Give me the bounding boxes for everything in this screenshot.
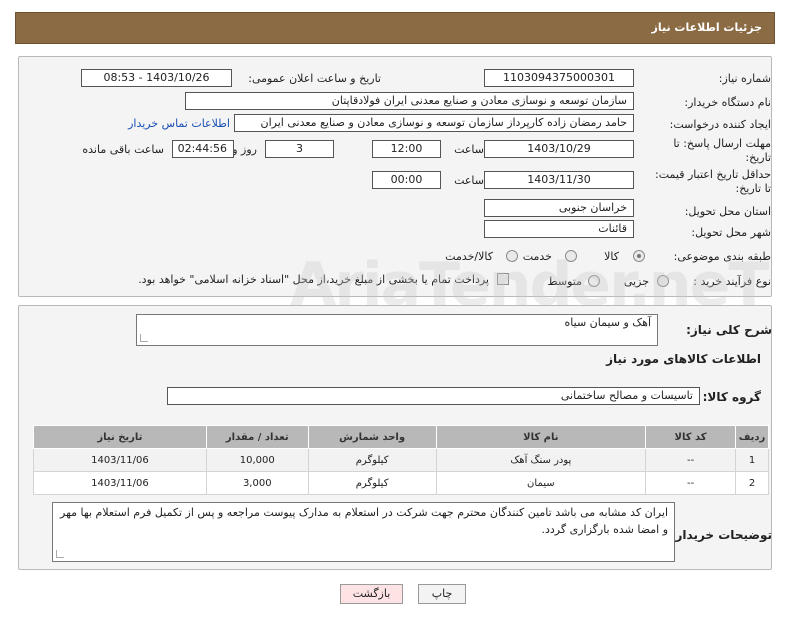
buyer-notes-text: ایران کد مشابه می باشد تامین کنندگان محت… [60, 506, 668, 536]
delivery-province-label: استان محل تحویل: [684, 205, 771, 218]
col-header-date: تاریخ نیاز [33, 425, 207, 449]
remaining-time-field: 02:44:56 [172, 140, 234, 158]
back-button[interactable]: بازگشت [340, 584, 403, 604]
col-header-row: ردیف [735, 425, 769, 449]
price-validity-time-label: ساعت [454, 174, 484, 187]
table-header-row: ردیف کد کالا نام کالا واحد شمارش تعداد /… [33, 425, 769, 449]
cell-name: پودر سنگ آهک [435, 448, 647, 472]
buyer-contact-link[interactable]: اطلاعات تماس خریدار [128, 117, 230, 130]
cell-unit: کیلوگرم [307, 471, 437, 495]
cell-code: -- [645, 448, 737, 472]
col-header-qty: تعداد / مقدار [205, 425, 309, 449]
announce-datetime-field: 1403/10/26 - 08:53 [81, 69, 232, 87]
buyer-org-label: نام دستگاه خریدار: [684, 96, 771, 109]
response-deadline-time-field: 12:00 [372, 140, 441, 158]
table-row: 1 -- پودر سنگ آهک کیلوگرم 10,000 1403/11… [33, 448, 769, 472]
delivery-city-field: قائنات [484, 220, 634, 238]
description-text: آهک و سیمان سیاه [564, 316, 651, 329]
buyer-notes-label: توضیحات خریدار: [670, 528, 772, 542]
cell-row: 2 [735, 471, 769, 495]
delivery-city-label: شهر محل تحویل: [691, 226, 771, 239]
cell-qty: 10,000 [205, 448, 309, 472]
buyer-notes-field: ایران کد مشابه می باشد تامین کنندگان محت… [52, 502, 675, 562]
cell-name: سیمان [435, 471, 647, 495]
price-validity-time-field: 00:00 [372, 171, 441, 189]
need-number-label: شماره نیاز: [718, 72, 771, 85]
cell-date: 1403/11/06 [33, 471, 207, 495]
print-button[interactable]: چاپ [418, 584, 466, 604]
response-deadline-label: مهلت ارسال پاسخ: تا تاریخ: [673, 137, 771, 164]
goods-table: ردیف کد کالا نام کالا واحد شمارش تعداد /… [33, 425, 769, 495]
price-validity-date-field: 1403/11/30 [484, 171, 634, 189]
need-number-field: 1103094375000301 [484, 69, 634, 87]
cell-unit: کیلوگرم [307, 448, 437, 472]
requester-field: حامد رمضان زاده کارپرداز سازمان توسعه و … [234, 114, 634, 132]
cell-row: 1 [735, 448, 769, 472]
goods-info-title: اطلاعات کالاهای مورد نیاز [606, 352, 761, 366]
announce-datetime-label: تاریخ و ساعت اعلان عمومی: [248, 72, 381, 85]
buyer-org-field: سازمان توسعه و نوسازی معادن و صنایع معدن… [185, 92, 634, 110]
col-header-unit: واحد شمارش [307, 425, 437, 449]
delivery-province-field: خراسان جنوبی [484, 199, 634, 217]
col-header-name: نام کالا [435, 425, 647, 449]
price-validity-label: حداقل تاریخ اعتبار قیمت: تا تاریخ: [655, 168, 771, 195]
page-title: جزئیات اطلاعات نیاز [651, 21, 763, 34]
requester-label: ایجاد کننده درخواست: [669, 118, 771, 131]
description-label: شرح کلی نیاز: [686, 323, 772, 337]
response-time-label: ساعت [454, 143, 484, 156]
response-days-field: 3 [265, 140, 334, 158]
goods-group-label: گروه کالا: [702, 390, 761, 404]
table-row: 2 -- سیمان کیلوگرم 3,000 1403/11/06 [33, 471, 769, 495]
cell-qty: 3,000 [205, 471, 309, 495]
response-deadline-date-field: 1403/10/29 [484, 140, 634, 158]
col-header-code: کد کالا [645, 425, 737, 449]
cell-date: 1403/11/06 [33, 448, 207, 472]
days-label: روز و [232, 143, 257, 156]
goods-table-wrapper: ردیف کد کالا نام کالا واحد شمارش تعداد /… [33, 425, 769, 495]
page-header: جزئیات اطلاعات نیاز [15, 12, 775, 44]
description-field: آهک و سیمان سیاه [136, 314, 658, 346]
remaining-time-label: ساعت باقی مانده [82, 143, 164, 156]
goods-group-field: تاسیسات و مصالح ساختمانی [167, 387, 700, 405]
cell-code: -- [645, 471, 737, 495]
